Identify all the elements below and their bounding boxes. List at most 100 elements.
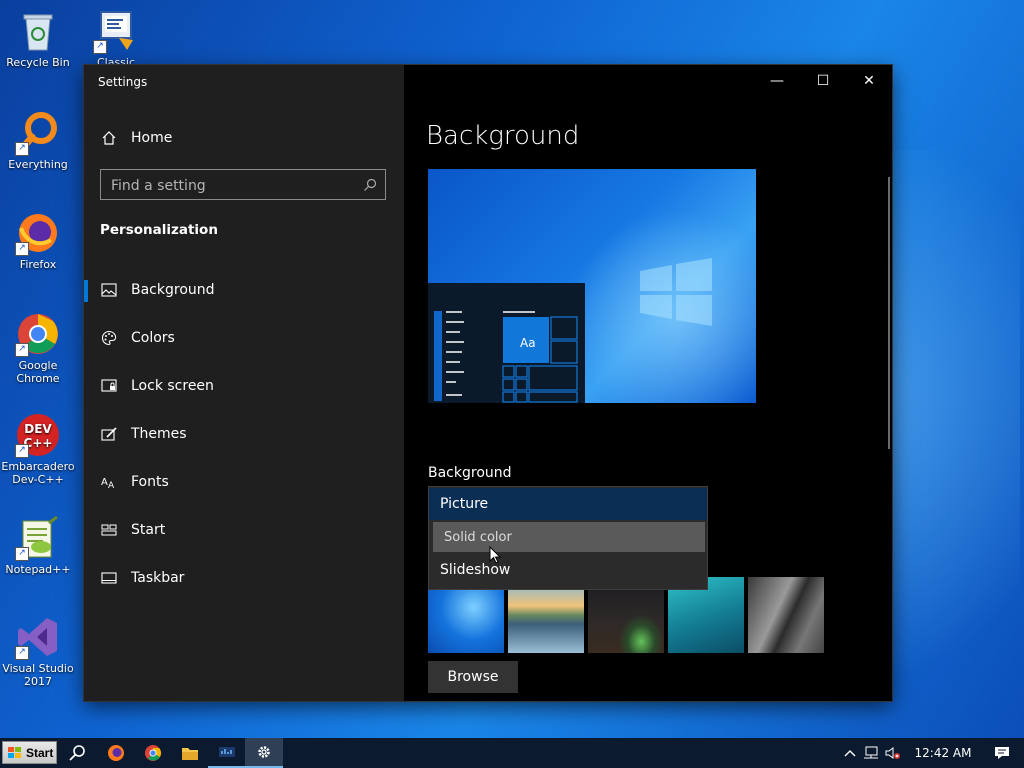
folder-icon: [182, 748, 198, 760]
volume-muted-icon[interactable]: [882, 746, 904, 760]
picture-icon: [100, 283, 118, 297]
recent-image-rock[interactable]: [748, 577, 824, 653]
chevron-up-icon[interactable]: [840, 749, 860, 757]
taskbar-icon: [100, 571, 118, 585]
sidebar-item-label: Start: [131, 522, 166, 538]
background-type-dropdown[interactable]: Picture Solid color Slideshow: [428, 486, 708, 590]
nav-home[interactable]: Home: [84, 116, 404, 160]
sidebar-item-label: Themes: [131, 426, 187, 442]
browse-button[interactable]: Browse: [428, 661, 518, 693]
app-icon: [219, 747, 235, 757]
brush-icon: [100, 427, 118, 441]
scrollbar[interactable]: [888, 177, 890, 449]
sidebar-item-start[interactable]: Start: [84, 508, 404, 552]
taskbar-search-button[interactable]: [58, 738, 96, 768]
sidebar-item-label: Lock screen: [131, 378, 214, 394]
desktop-icon-dev-cpp[interactable]: DEV C++ ↗ Embarcadero Dev-C++: [0, 412, 76, 486]
desktop-icon-label: Visual Studio 2017: [2, 662, 74, 688]
sidebar-item-label: Background: [131, 282, 215, 298]
dev-cpp-icon: DEV C++ ↗: [15, 412, 61, 458]
sidebar-item-taskbar[interactable]: Taskbar: [84, 556, 404, 600]
nav-home-label: Home: [131, 130, 173, 146]
action-center-icon[interactable]: [994, 746, 1010, 760]
minimize-button[interactable]: —: [754, 65, 800, 97]
desktop-icon-label: Everything: [8, 158, 68, 171]
desktop-icon-label: Recycle Bin: [6, 56, 70, 69]
clock[interactable]: 12:42 AM: [910, 746, 976, 760]
sidebar-item-colors[interactable]: Colors: [84, 316, 404, 360]
desktop-icon-label: Notepad++: [5, 563, 71, 576]
windows-logo-icon: [640, 258, 712, 326]
desktop-icon-visual-studio[interactable]: ↗ Visual Studio 2017: [0, 614, 76, 688]
taskbar-file-explorer[interactable]: [171, 738, 209, 768]
sidebar-item-lock-screen[interactable]: Lock screen: [84, 364, 404, 408]
desktop-icon-firefox[interactable]: ↗ Firefox: [0, 210, 76, 271]
svg-text:A: A: [108, 481, 115, 489]
section-title: Personalization: [100, 222, 218, 238]
firefox-icon: ↗: [15, 210, 61, 256]
desktop-icon-label: Google Chrome: [16, 359, 60, 385]
search-icon: [69, 745, 85, 761]
fonts-icon: AA: [100, 475, 118, 489]
taskbar-firefox[interactable]: [97, 738, 135, 768]
firefox-icon: [108, 745, 124, 761]
system-tray: 12:42 AM: [840, 738, 1010, 768]
preview-start-menu: Aa: [428, 283, 585, 403]
taskbar-settings[interactable]: [245, 738, 283, 768]
dropdown-option-picture[interactable]: Picture: [429, 488, 707, 520]
network-icon[interactable]: [860, 746, 882, 760]
dropdown-option-solid-color[interactable]: Solid color: [433, 522, 705, 552]
shortcut-arrow-icon: ↗: [15, 343, 29, 357]
everything-search-icon: ↗: [15, 110, 61, 156]
lock-screen-icon: [100, 379, 118, 393]
start-tiles-icon: [100, 523, 118, 537]
desktop-icon-notepad-plus-plus[interactable]: ↗ Notepad++: [0, 515, 76, 576]
sidebar-item-label: Fonts: [131, 474, 169, 490]
palette-icon: [100, 330, 118, 346]
sidebar-item-fonts[interactable]: AA Fonts: [84, 460, 404, 504]
shortcut-arrow-icon: ↗: [15, 646, 29, 660]
desktop-icon-everything[interactable]: ↗ Everything: [0, 110, 76, 171]
settings-window: Settings Home Personalization Background: [84, 65, 892, 701]
classic-system-icon: ↗: [93, 8, 139, 54]
recycle-bin-icon: [15, 8, 61, 54]
sidebar-item-label: Taskbar: [131, 570, 185, 586]
start-button[interactable]: Start: [2, 741, 57, 764]
gear-icon: [258, 746, 270, 758]
shortcut-arrow-icon: ↗: [15, 547, 29, 561]
background-preview: Aa: [428, 169, 756, 403]
search-icon[interactable]: [363, 177, 377, 196]
background-label: Background: [428, 465, 512, 481]
mouse-cursor-icon: [489, 546, 501, 564]
desktop-icon-google-chrome[interactable]: ↗ Google Chrome: [0, 311, 76, 385]
close-button[interactable]: ✕: [846, 65, 892, 97]
taskbar-chrome[interactable]: [134, 738, 172, 768]
visual-studio-icon: ↗: [15, 614, 61, 660]
preview-tile-text: Aa: [520, 336, 536, 350]
sidebar-item-themes[interactable]: Themes: [84, 412, 404, 456]
shortcut-arrow-icon: ↗: [15, 142, 29, 156]
settings-content: — ☐ ✕ Background Aa Background Picture S…: [404, 65, 892, 701]
search-input[interactable]: [101, 170, 353, 201]
notepad-plus-plus-icon: ↗: [15, 515, 61, 561]
desktop-icon-label: Firefox: [19, 258, 57, 271]
dropdown-option-slideshow[interactable]: Slideshow: [429, 554, 707, 586]
taskbar-app-network[interactable]: [208, 738, 246, 768]
shortcut-arrow-icon: ↗: [15, 242, 29, 256]
chrome-icon: ↗: [15, 311, 61, 357]
window-title: Settings: [98, 75, 148, 89]
windows-flag-icon: [8, 746, 21, 758]
desktop-icon-label: Embarcadero Dev-C++: [1, 460, 75, 486]
taskbar: Start 12:42 AM: [0, 738, 1024, 768]
settings-search-box[interactable]: [100, 169, 386, 201]
shortcut-arrow-icon: ↗: [93, 40, 107, 54]
maximize-button[interactable]: ☐: [800, 65, 846, 97]
svg-text:DEV: DEV: [24, 422, 52, 436]
chrome-icon: [145, 745, 162, 761]
svg-text:A: A: [101, 477, 108, 488]
desktop-icon-recycle-bin[interactable]: Recycle Bin: [0, 8, 76, 69]
start-label: Start: [26, 745, 54, 760]
sidebar-item-background[interactable]: Background: [84, 268, 404, 312]
page-title: Background: [426, 121, 580, 151]
shortcut-arrow-icon: ↗: [15, 444, 29, 458]
